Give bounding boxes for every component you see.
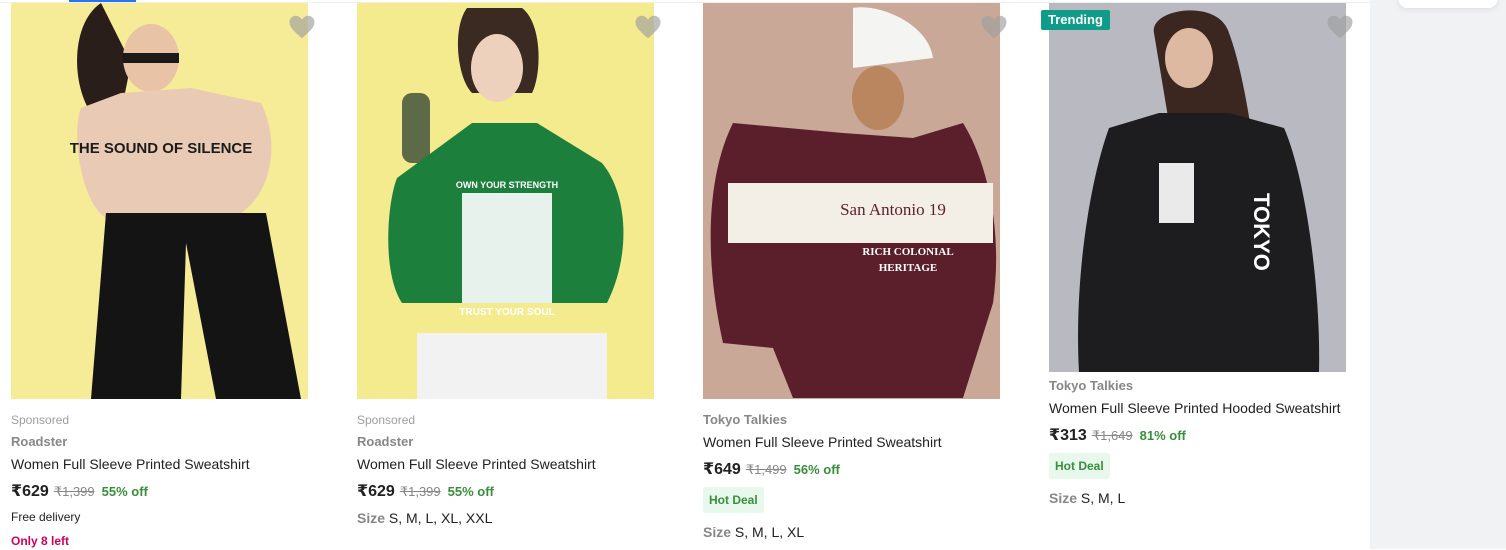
product-brand: Roadster bbox=[357, 434, 414, 449]
trending-badge: Trending bbox=[1041, 10, 1110, 30]
product-info: Sponsored Roadster Women Full Sleeve Pri… bbox=[357, 410, 667, 528]
product-image[interactable]: TOKYO bbox=[1049, 3, 1346, 372]
right-panel-chip[interactable] bbox=[1398, 0, 1498, 8]
sponsored-label: Sponsored bbox=[357, 413, 416, 427]
shirt-shape bbox=[1078, 113, 1320, 372]
product-card-1[interactable]: THE SOUND OF SILENCE Sponsored Roadster … bbox=[11, 0, 315, 549]
face-shape bbox=[852, 66, 904, 130]
heart-icon bbox=[289, 15, 315, 39]
right-side-panel bbox=[1370, 0, 1506, 549]
discount-percent: 81% off bbox=[1139, 428, 1186, 443]
heart-icon bbox=[1327, 15, 1353, 39]
shirt-print-bottom: TRUST YOUR SOUL bbox=[459, 307, 554, 318]
price-row: ₹649 ₹1,499 56% off bbox=[703, 457, 1013, 483]
size-label: Size bbox=[703, 524, 732, 540]
heart-icon bbox=[635, 15, 661, 39]
size-label: Size bbox=[1049, 490, 1078, 506]
pants-shape bbox=[417, 333, 607, 399]
stock-warning: Only 8 left bbox=[11, 534, 70, 548]
size-info: Size S, M, L bbox=[1049, 488, 1359, 508]
wishlist-button[interactable] bbox=[633, 12, 663, 42]
shirt-print-top: San Antonio 19 bbox=[840, 200, 946, 219]
product-image[interactable]: THE SOUND OF SILENCE bbox=[11, 3, 308, 399]
product-title[interactable]: Women Full Sleeve Printed Sweatshirt bbox=[11, 453, 321, 475]
face-shape bbox=[471, 34, 523, 102]
size-info: Size S, M, L, XL, XXL bbox=[357, 508, 667, 528]
phone-receiver bbox=[402, 93, 430, 163]
original-price: ₹1,399 bbox=[53, 484, 95, 499]
inner-top bbox=[1159, 163, 1194, 223]
heart-icon bbox=[981, 15, 1007, 39]
product-info: Tokyo Talkies Women Full Sleeve Printed … bbox=[1049, 376, 1359, 508]
product-title[interactable]: Women Full Sleeve Printed Sweatshirt bbox=[357, 453, 667, 475]
product-info: Sponsored Roadster Women Full Sleeve Pri… bbox=[11, 410, 321, 550]
selling-price: ₹629 bbox=[11, 483, 49, 500]
product-image-illustration: TOKYO bbox=[1049, 3, 1346, 372]
size-label: Size bbox=[357, 510, 386, 526]
shirt-print-top: OWN YOUR STRENGTH bbox=[456, 180, 558, 190]
price-row: ₹313 ₹1,649 81% off bbox=[1049, 423, 1359, 449]
product-image-illustration: THE SOUND OF SILENCE bbox=[11, 3, 308, 399]
size-info: Size S, M, L, XL bbox=[703, 522, 1013, 542]
sunglasses-shape bbox=[123, 53, 179, 63]
size-values: S, M, L bbox=[1080, 490, 1126, 506]
product-card-2[interactable]: OWN YOUR STRENGTH TRUST YOUR SOUL Sponso… bbox=[357, 0, 661, 549]
product-card-3[interactable]: San Antonio 19 RICH COLONIAL HERITAGE To… bbox=[703, 0, 1007, 549]
hot-deal-badge: Hot Deal bbox=[1049, 453, 1110, 479]
shirt-print-text: TOKYO bbox=[1249, 193, 1274, 271]
wishlist-button[interactable] bbox=[979, 12, 1009, 42]
product-image-illustration: San Antonio 19 RICH COLONIAL HERITAGE bbox=[703, 3, 1000, 399]
original-price: ₹1,649 bbox=[1091, 428, 1133, 443]
product-brand: Roadster bbox=[11, 434, 68, 449]
shirt-print-line2: HERITAGE bbox=[879, 262, 937, 274]
discount-percent: 56% off bbox=[793, 462, 840, 477]
product-image[interactable]: OWN YOUR STRENGTH TRUST YOUR SOUL bbox=[357, 3, 654, 399]
product-brand: Tokyo Talkies bbox=[1049, 378, 1134, 393]
discount-percent: 55% off bbox=[101, 484, 148, 499]
wishlist-button[interactable] bbox=[1325, 12, 1355, 42]
product-card-4[interactable]: TOKYO Trending Tokyo Talkies Women Full … bbox=[1041, 0, 1353, 549]
sponsored-label: Sponsored bbox=[11, 413, 70, 427]
selling-price: ₹313 bbox=[1049, 427, 1087, 444]
hot-deal-badge: Hot Deal bbox=[703, 487, 764, 513]
original-price: ₹1,399 bbox=[399, 484, 441, 499]
selling-price: ₹649 bbox=[703, 461, 741, 478]
original-price: ₹1,499 bbox=[745, 462, 787, 477]
size-values: S, M, L, XL, XXL bbox=[388, 510, 493, 526]
face-shape bbox=[1165, 28, 1213, 88]
product-title[interactable]: Women Full Sleeve Printed Sweatshirt bbox=[703, 431, 1013, 453]
product-brand: Tokyo Talkies bbox=[703, 412, 788, 427]
price-row: ₹629 ₹1,399 55% off bbox=[357, 479, 667, 505]
product-title[interactable]: Women Full Sleeve Printed Hooded Sweatsh… bbox=[1049, 397, 1359, 419]
product-image[interactable]: San Antonio 19 RICH COLONIAL HERITAGE bbox=[703, 3, 1000, 399]
size-values: S, M, L, XL bbox=[734, 524, 805, 540]
discount-percent: 55% off bbox=[447, 484, 494, 499]
product-info: Tokyo Talkies Women Full Sleeve Printed … bbox=[703, 410, 1013, 542]
price-row: ₹629 ₹1,399 55% off bbox=[11, 479, 321, 505]
shirt-print-text: THE SOUND OF SILENCE bbox=[70, 140, 253, 157]
product-image-illustration: OWN YOUR STRENGTH TRUST YOUR SOUL bbox=[357, 3, 654, 399]
print-panel bbox=[462, 193, 552, 303]
delivery-info: Free delivery bbox=[11, 510, 81, 524]
selling-price: ₹629 bbox=[357, 483, 395, 500]
wishlist-button[interactable] bbox=[287, 12, 317, 42]
shirt-print-line1: RICH COLONIAL bbox=[862, 246, 953, 258]
